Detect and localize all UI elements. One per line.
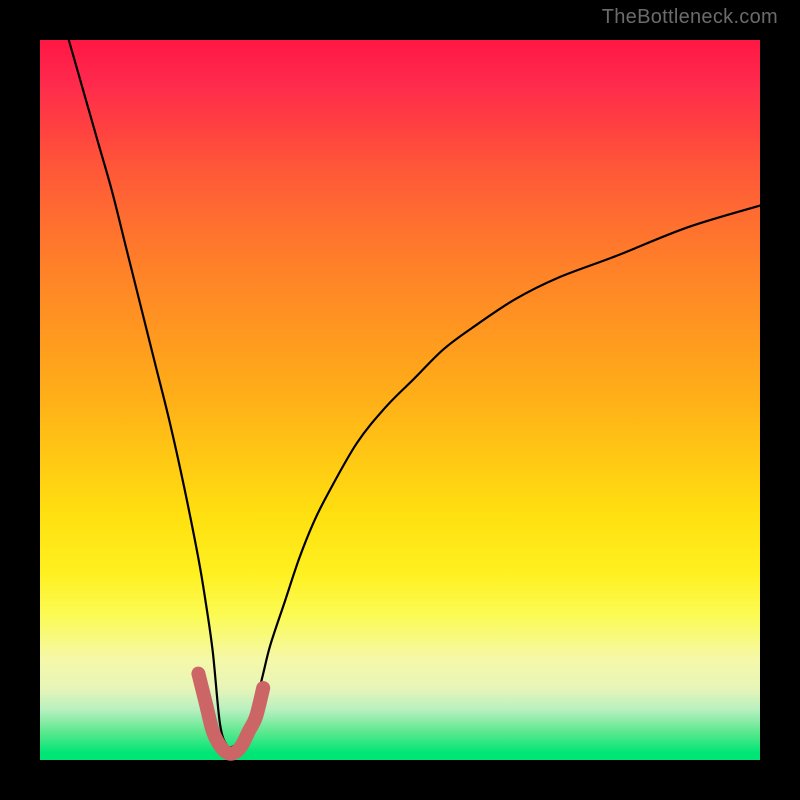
watermark-text: TheBottleneck.com bbox=[602, 6, 778, 29]
curve-layer bbox=[40, 40, 760, 760]
plot-area bbox=[40, 40, 760, 760]
bottleneck-curve bbox=[69, 40, 760, 748]
optimal-marker bbox=[198, 674, 263, 754]
chart-container: TheBottleneck.com bbox=[0, 0, 800, 800]
